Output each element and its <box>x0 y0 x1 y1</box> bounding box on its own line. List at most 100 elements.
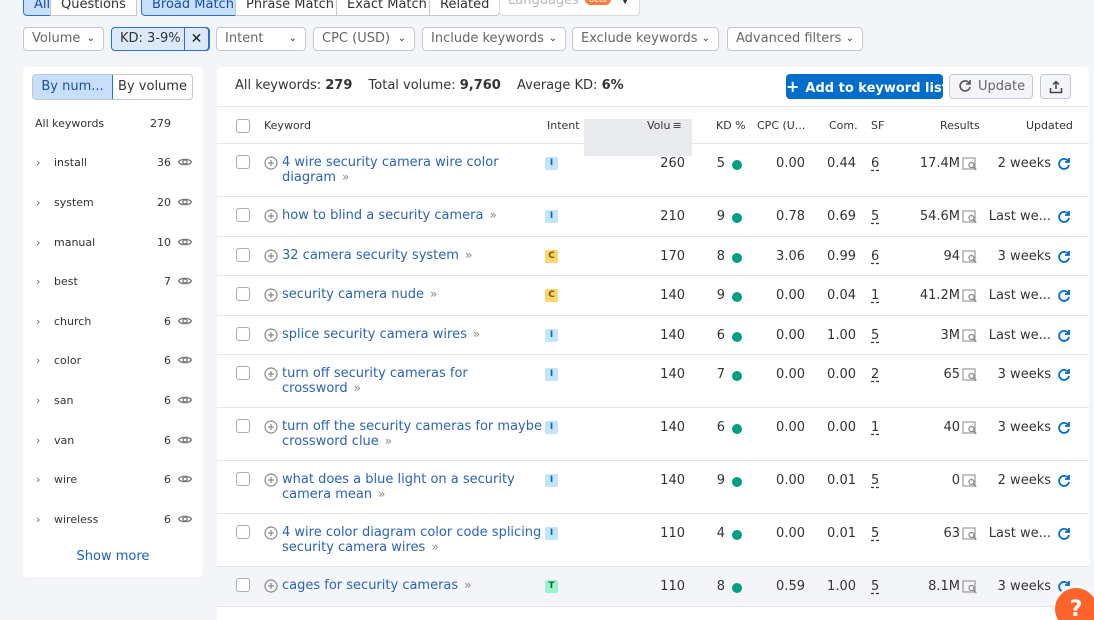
languages-dropdown[interactable]: Languages beta ▼ <box>499 0 640 16</box>
row-checkbox[interactable] <box>236 525 250 539</box>
serp-search-icon[interactable] <box>962 289 978 303</box>
col-com[interactable]: Com. <box>829 119 858 132</box>
row-checkbox[interactable] <box>236 287 250 301</box>
serp-search-icon[interactable] <box>962 580 978 594</box>
keyword-link[interactable]: 4 wire color diagram color code splicing… <box>282 525 541 555</box>
group-item[interactable]: › manual 10 <box>23 233 203 255</box>
tab-questions[interactable]: Questions <box>50 0 137 16</box>
keyword-details-icon[interactable]: » <box>354 381 361 395</box>
row-checkbox[interactable] <box>236 419 250 433</box>
by-number-toggle[interactable]: By num... <box>33 75 113 99</box>
serp-features-link[interactable]: 2 <box>871 367 879 382</box>
keyword-link[interactable]: 4 wire security camera wire color diagra… <box>282 155 499 185</box>
serp-search-icon[interactable] <box>962 474 978 488</box>
add-keyword-icon[interactable] <box>264 526 278 540</box>
add-keyword-icon[interactable] <box>264 473 278 487</box>
refresh-icon[interactable] <box>1057 474 1071 488</box>
eye-icon[interactable] <box>177 511 193 527</box>
add-keyword-icon[interactable] <box>264 420 278 434</box>
group-item[interactable]: › install 36 <box>23 153 203 175</box>
serp-search-icon[interactable] <box>962 421 978 435</box>
row-checkbox[interactable] <box>236 248 250 262</box>
refresh-icon[interactable] <box>1057 289 1071 303</box>
keyword-link[interactable]: turn off the security cameras for maybe … <box>282 419 542 449</box>
refresh-icon[interactable] <box>1057 527 1071 541</box>
serp-features-link[interactable]: 5 <box>871 209 879 224</box>
tab-phrase-match[interactable]: Phrase Match <box>235 0 345 16</box>
keyword-link[interactable]: security camera nude <box>282 287 424 302</box>
serp-search-icon[interactable] <box>962 368 978 382</box>
row-checkbox[interactable] <box>236 327 250 341</box>
group-item[interactable]: › church 6 <box>23 312 203 334</box>
add-keyword-icon[interactable] <box>264 328 278 342</box>
eye-icon[interactable] <box>177 194 193 210</box>
col-sf[interactable]: SF <box>871 119 884 132</box>
refresh-icon[interactable] <box>1057 329 1071 343</box>
keyword-link[interactable]: turn off security cameras for crossword <box>282 366 468 396</box>
row-checkbox[interactable] <box>236 578 250 592</box>
col-intent[interactable]: Intent <box>547 119 580 132</box>
add-keyword-icon[interactable] <box>264 249 278 263</box>
eye-icon[interactable] <box>177 313 193 329</box>
serp-features-link[interactable]: 5 <box>871 328 879 343</box>
serp-search-icon[interactable] <box>962 329 978 343</box>
keyword-link[interactable]: 32 camera security system <box>282 248 459 263</box>
serp-search-icon[interactable] <box>962 210 978 224</box>
all-keywords-group[interactable]: All keywords <box>35 117 104 130</box>
volume-filter[interactable]: Volume ⌄ <box>23 27 104 51</box>
add-to-keyword-list-button[interactable]: + Add to keyword list <box>786 74 948 99</box>
by-volume-toggle[interactable]: By volume <box>113 75 192 99</box>
keyword-details-icon[interactable]: » <box>385 434 392 448</box>
refresh-icon[interactable] <box>1057 250 1071 264</box>
add-keyword-icon[interactable] <box>264 288 278 302</box>
eye-icon[interactable] <box>177 234 193 250</box>
intent-filter[interactable]: Intent ⌄ <box>216 27 306 51</box>
group-item[interactable]: › color 6 <box>23 351 203 373</box>
export-button[interactable] <box>1040 74 1071 99</box>
add-keyword-icon[interactable] <box>264 156 278 170</box>
update-button[interactable]: Update <box>949 74 1033 99</box>
keyword-details-icon[interactable]: » <box>378 487 385 501</box>
clear-kd-filter-icon[interactable]: ✕ <box>184 27 209 51</box>
show-more-link[interactable]: Show more <box>23 549 203 564</box>
keyword-details-icon[interactable]: » <box>464 578 471 592</box>
serp-search-icon[interactable] <box>962 250 978 264</box>
refresh-icon[interactable] <box>1057 210 1071 224</box>
eye-icon[interactable] <box>177 273 193 289</box>
eye-icon[interactable] <box>177 471 193 487</box>
serp-search-icon[interactable] <box>962 157 978 171</box>
tab-exact-match[interactable]: Exact Match <box>336 0 438 16</box>
serp-features-link[interactable]: 6 <box>871 249 879 264</box>
keyword-details-icon[interactable]: » <box>465 248 472 262</box>
refresh-icon[interactable] <box>1057 368 1071 382</box>
group-item[interactable]: › wireless 6 <box>23 510 203 532</box>
keyword-details-icon[interactable]: » <box>431 540 438 554</box>
refresh-icon[interactable] <box>1057 157 1071 171</box>
tab-related[interactable]: Related <box>429 0 501 16</box>
group-item[interactable]: › best 7 <box>23 272 203 294</box>
serp-features-link[interactable]: 1 <box>871 288 879 303</box>
add-keyword-icon[interactable] <box>264 209 278 223</box>
keyword-details-icon[interactable]: » <box>473 327 480 341</box>
cpc-filter[interactable]: CPC (USD) ⌄ <box>313 27 415 51</box>
serp-features-link[interactable]: 5 <box>871 473 879 488</box>
col-keyword[interactable]: Keyword <box>264 119 311 132</box>
col-updated[interactable]: Updated <box>1026 119 1073 132</box>
serp-features-link[interactable]: 6 <box>871 156 879 171</box>
row-checkbox[interactable] <box>236 155 250 169</box>
select-all-checkbox[interactable] <box>236 119 250 133</box>
keyword-link[interactable]: what does a blue light on a security cam… <box>282 472 515 502</box>
col-kd[interactable]: KD % <box>716 119 746 132</box>
kd-filter[interactable]: KD: 3-9% ✕ <box>111 27 210 51</box>
col-cpc[interactable]: CPC (U... <box>757 119 805 132</box>
serp-search-icon[interactable] <box>962 527 978 541</box>
tab-broad-match[interactable]: Broad Match <box>141 0 245 16</box>
eye-icon[interactable] <box>177 392 193 408</box>
eye-icon[interactable] <box>177 432 193 448</box>
group-item[interactable]: › van 6 <box>23 431 203 453</box>
row-checkbox[interactable] <box>236 208 250 222</box>
serp-features-link[interactable]: 1 <box>871 420 879 435</box>
keyword-link[interactable]: splice security camera wires <box>282 327 467 342</box>
col-volume[interactable]: Volu ≡ <box>647 119 682 132</box>
keyword-link[interactable]: cages for security cameras <box>282 578 458 593</box>
